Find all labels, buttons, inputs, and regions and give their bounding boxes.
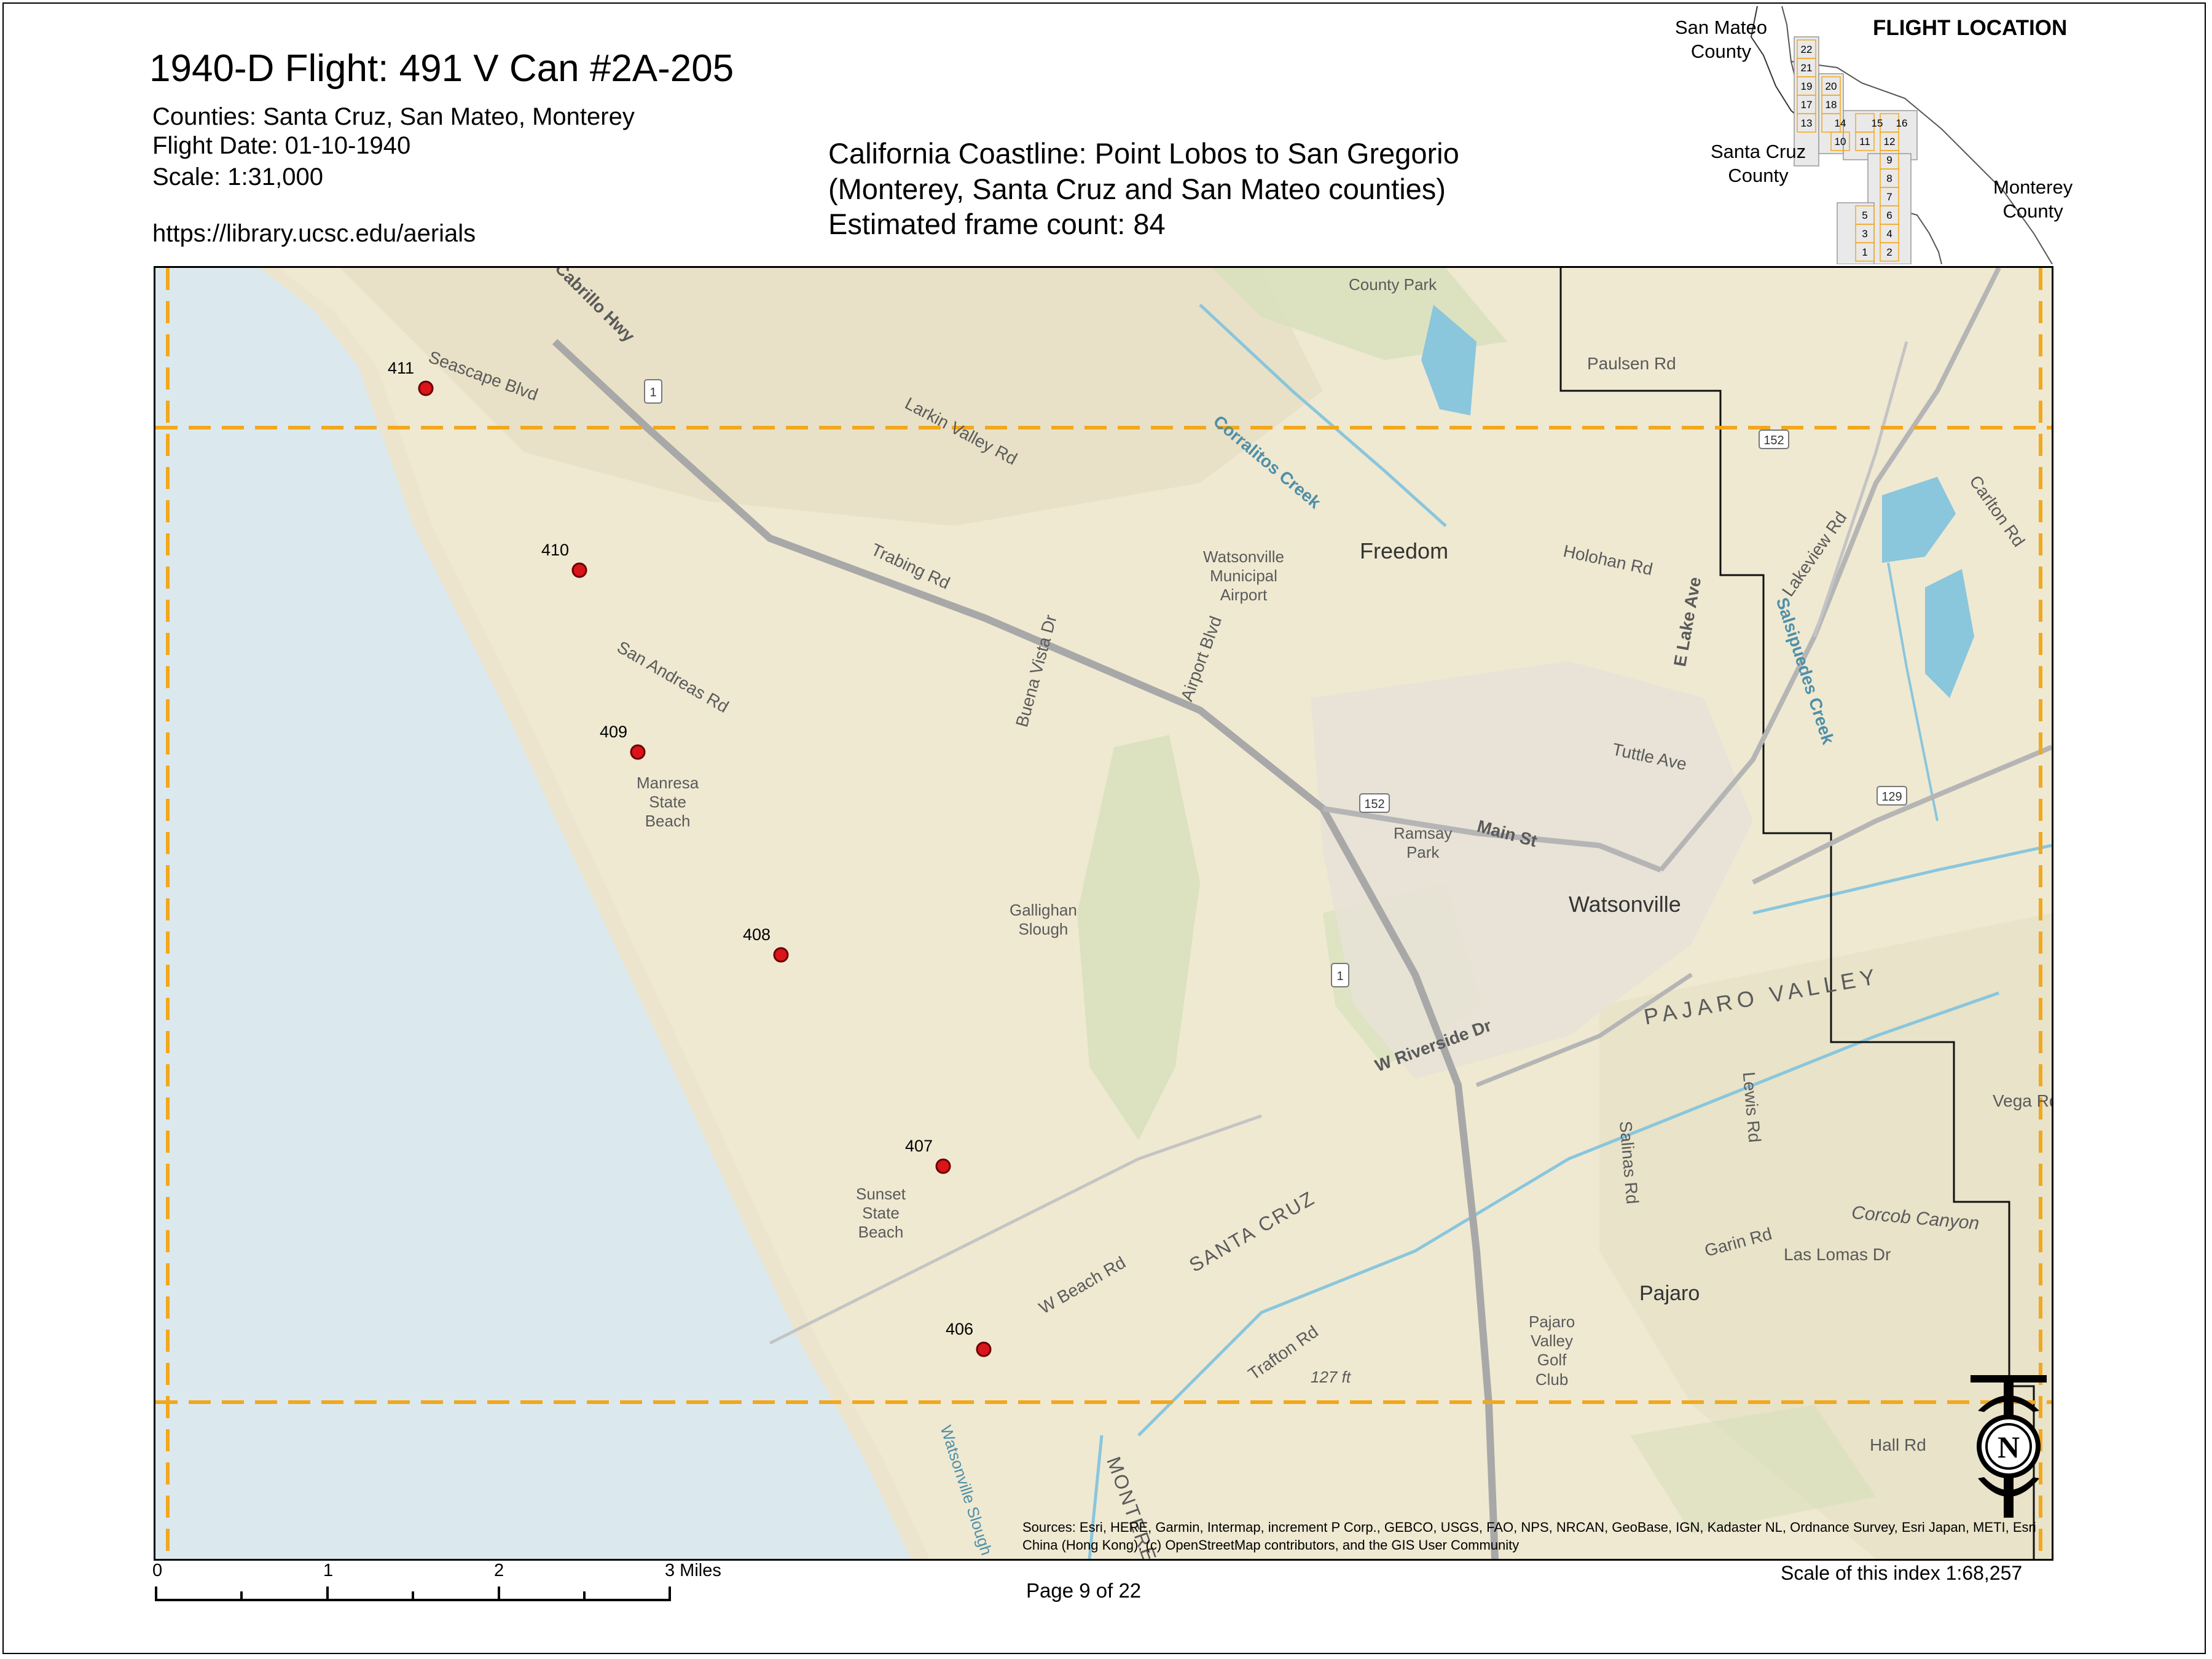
frame-label-410: 410 [541,541,570,559]
svg-text:N: N [1998,1430,2020,1464]
frame-point-408[interactable] [773,947,789,963]
website-link[interactable]: https://library.ucsc.edu/aerials [152,221,476,246]
svg-text:10: 10 [1835,136,1846,147]
svg-text:4: 4 [1886,228,1892,240]
map-canvas: 1 1 152 152 129 [155,268,2052,1559]
map-sources-credit: Sources: Esri, HERE, Garmin, Intermap, i… [1022,1520,2036,1553]
frame-point-406[interactable] [976,1341,992,1357]
inset-label-san-mateo: San Mateo County [1675,17,1767,62]
svg-text:5: 5 [1862,210,1867,221]
road-hall-rd: Hall Rd [1870,1435,1926,1454]
svg-text:1: 1 [649,386,656,399]
svg-text:14: 14 [1835,117,1846,129]
svg-text:8: 8 [1886,173,1892,184]
svg-text:1: 1 [1862,246,1867,258]
north-arrow-icon: N [1971,1375,2047,1518]
scale-bar [155,1586,671,1601]
road-vega-rd: Vega Rd [1993,1091,2053,1110]
svg-text:17: 17 [1801,99,1813,111]
map-sheet: 1940-D Flight: 491 V Can #2A-205 Countie… [0,0,2212,1659]
road-las-lomas-dr: Las Lomas Dr [1784,1245,1891,1264]
svg-text:7: 7 [1886,191,1892,203]
counties-text: Counties: Santa Cruz, San Mateo, Montere… [152,103,635,130]
frame-point-411[interactable] [418,380,434,396]
svg-text:152: 152 [1763,434,1784,447]
frame-label-406: 406 [946,1320,974,1338]
flight-date-text: Flight Date: 01-10-1940 [152,132,411,159]
coastline-counties: (Monterey, Santa Cruz and San Mateo coun… [828,173,1446,205]
page-title: 1940-D Flight: 491 V Can #2A-205 [149,47,734,90]
frame-label-408: 408 [743,925,771,944]
place-golf-club: Pajaro Valley Golf Club [1529,1312,1575,1389]
svg-text:22: 22 [1801,44,1813,55]
elevation-label: 127 ft [1311,1368,1351,1386]
place-watsonville-airport: Watsonville Municipal Airport [1203,547,1284,605]
frame-label-409: 409 [600,723,628,741]
svg-text:6: 6 [1886,210,1892,221]
frame-point-410[interactable] [571,562,587,578]
place-freedom: Freedom [1360,538,1449,563]
svg-text:21: 21 [1801,62,1813,74]
place-sunset-beach: Sunset State Beach [856,1185,906,1242]
main-map[interactable]: 1 1 152 152 129 Freedom Watsonville PAJA… [154,266,2053,1561]
frame-label-407: 407 [905,1137,933,1155]
index-scale: Scale of this index 1:68,257 [1781,1562,2023,1584]
svg-text:3: 3 [1862,228,1867,240]
svg-text:129: 129 [1881,790,1902,804]
place-pajaro: Pajaro [1639,1282,1700,1305]
scale-text: Scale: 1:31,000 [152,163,323,190]
svg-text:20: 20 [1826,80,1837,92]
inset-title: FLIGHT LOCATION [1873,16,2068,40]
inset-label-santa-cruz: Santa Cruz County [1711,141,1806,186]
svg-text:16: 16 [1896,117,1908,129]
place-gallighan-slough: Gallighan Slough [1010,901,1077,939]
frame-point-407[interactable] [935,1158,951,1174]
page-number: Page 9 of 22 [1026,1579,1142,1602]
svg-text:2: 2 [1886,246,1892,258]
svg-text:9: 9 [1886,154,1892,166]
place-county-park: County Park [1349,275,1437,294]
place-manresa-beach: Manresa State Beach [637,774,699,831]
place-ramsay-park: Ramsay Park [1394,824,1453,862]
svg-text:1: 1 [1336,970,1343,983]
svg-text:13: 13 [1801,117,1813,129]
svg-text:11: 11 [1859,136,1870,147]
frame-label-411: 411 [388,359,415,377]
coastline-title: California Coastline: Point Lobos to San… [828,137,1459,170]
road-paulsen-rd: Paulsen Rd [1587,354,1676,373]
svg-text:152: 152 [1364,798,1384,811]
svg-text:19: 19 [1801,80,1813,92]
svg-text:15: 15 [1872,117,1883,129]
frame-count: Estimated frame count: 84 [828,208,1166,240]
svg-text:12: 12 [1884,136,1896,147]
frame-point-409[interactable] [630,744,646,760]
place-watsonville: Watsonville [1569,892,1681,917]
inset-label-monterey: Monterey County [1993,176,2073,222]
svg-text:18: 18 [1826,99,1837,111]
